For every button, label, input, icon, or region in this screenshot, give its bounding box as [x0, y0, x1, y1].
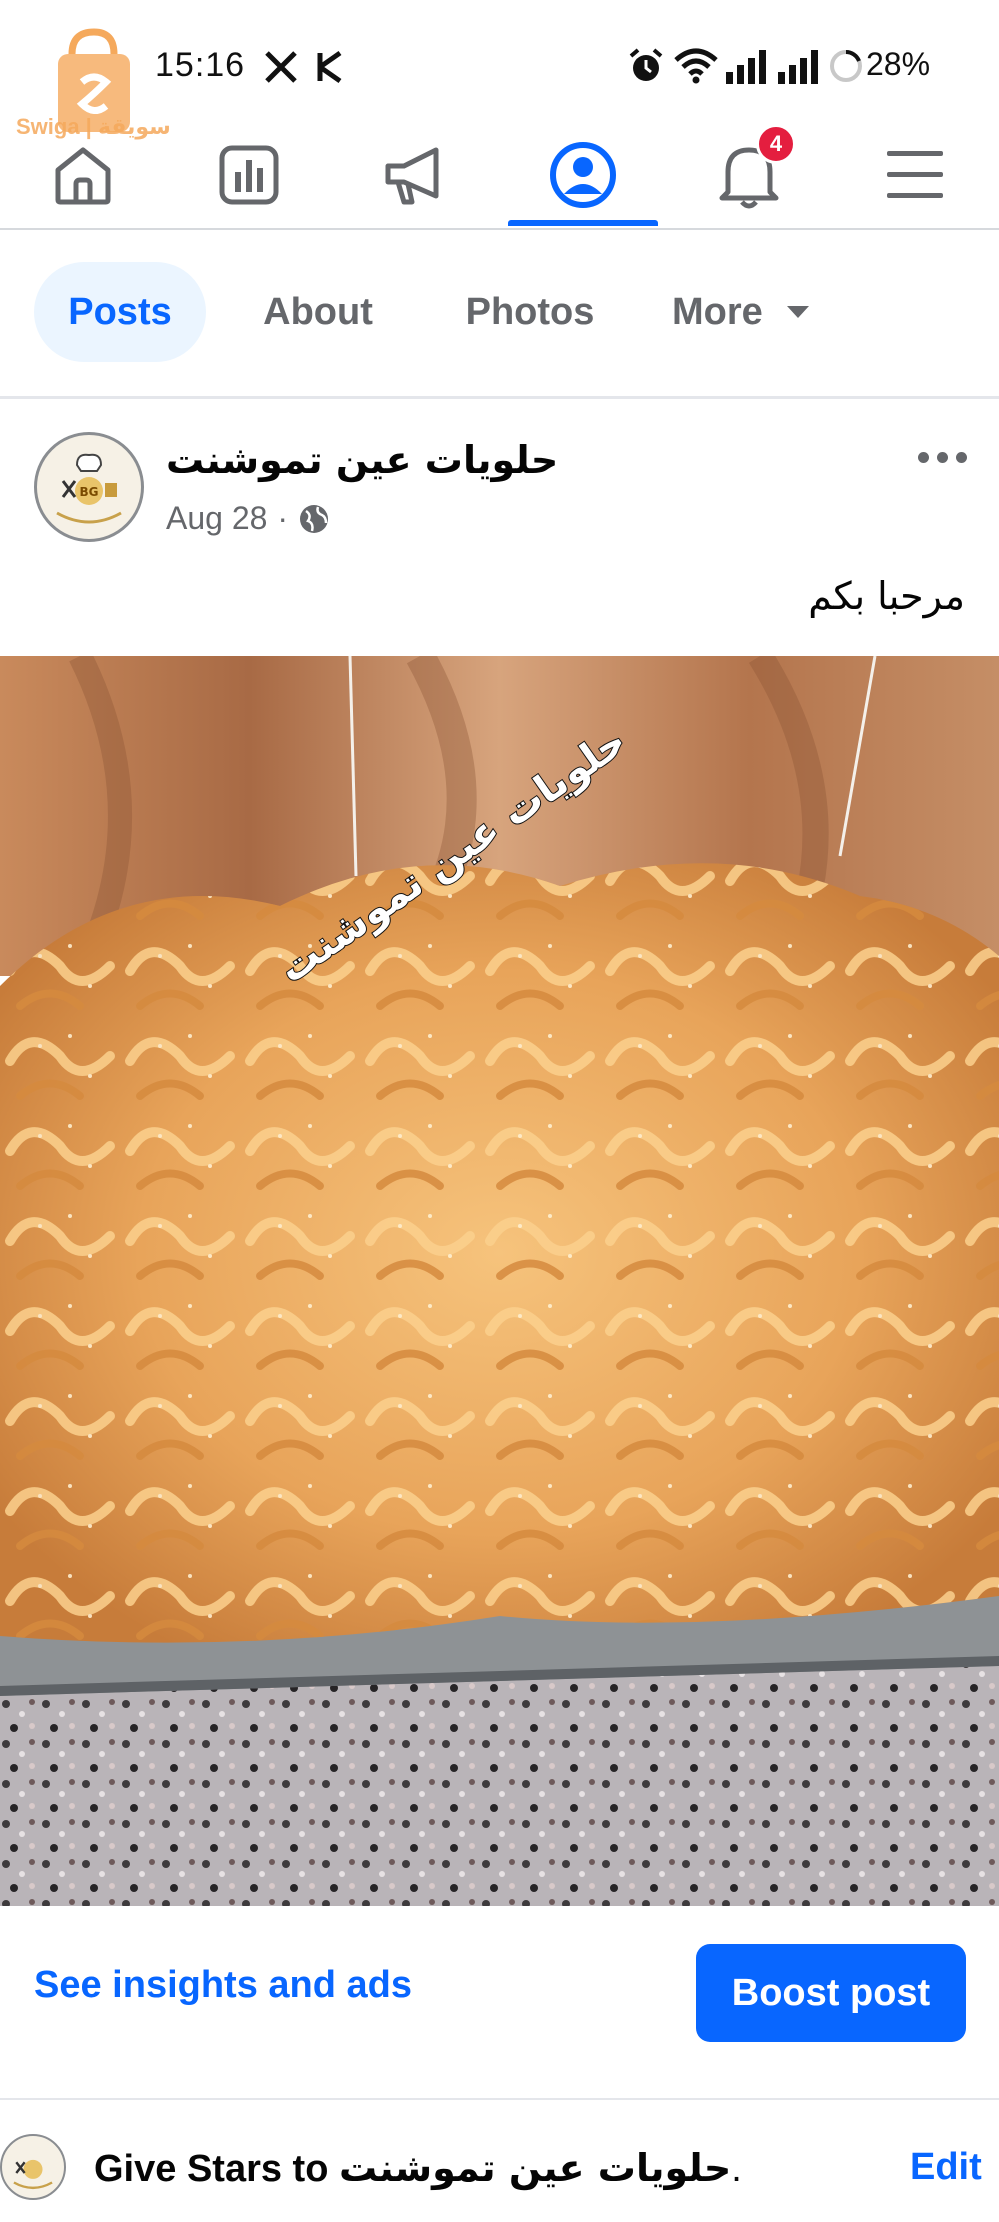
megaphone-icon — [385, 147, 439, 205]
bar-chart-icon — [219, 145, 279, 205]
dot — [936, 451, 948, 463]
signal-icon-2 — [778, 50, 818, 84]
signal-icon — [726, 50, 766, 84]
battery-percent: 28% — [866, 46, 931, 82]
meta-separator: · — [277, 500, 289, 536]
tabs-divider — [0, 396, 999, 399]
tab-more[interactable]: More — [672, 262, 852, 362]
post-more-button[interactable] — [912, 442, 972, 472]
svg-text:BG: BG — [80, 485, 99, 499]
post-date[interactable]: Aug 28 — [166, 500, 267, 537]
boost-post-button[interactable]: Boost post — [696, 1944, 966, 2042]
nav-profile[interactable] — [508, 120, 658, 230]
tab-posts[interactable]: Posts — [34, 262, 206, 362]
dot — [917, 451, 929, 463]
pastry-photo: حلويات عين تموشنت — [0, 656, 999, 1906]
actions-divider — [0, 2098, 999, 2100]
tab-photos[interactable]: Photos — [442, 262, 618, 362]
page-avatar[interactable]: BG — [34, 432, 144, 542]
give-stars-suffix: . — [731, 2148, 742, 2190]
nav-menu[interactable] — [840, 120, 990, 230]
edit-link[interactable]: Edit — [910, 2146, 982, 2189]
top-nav — [0, 120, 999, 230]
see-insights-link[interactable]: See insights and ads — [34, 1964, 412, 2007]
nav-active-indicator — [508, 220, 658, 226]
tab-about[interactable]: About — [240, 262, 396, 362]
dot — [955, 451, 967, 463]
post-author[interactable]: حلويات عين تموشنت — [166, 438, 558, 482]
hamburger-menu-icon — [887, 151, 943, 198]
x-logo-icon — [265, 51, 297, 83]
k-app-icon — [317, 50, 342, 84]
page-avatar-small — [0, 2134, 66, 2200]
globe-icon — [300, 504, 329, 533]
give-stars-page-name: حلويات عين تموشنت — [338, 2146, 732, 2190]
nav-ads[interactable] — [340, 120, 490, 230]
profile-tabs: Posts About Photos More — [0, 262, 999, 366]
battery-ring-icon — [830, 50, 862, 82]
give-stars-text: Give Stars to حلويات عين تموشنت. — [94, 2146, 742, 2191]
nav-divider — [0, 228, 999, 230]
caret-down-icon — [786, 306, 809, 318]
give-stars-row: Give Stars to حلويات عين تموشنت. Edit — [0, 2110, 999, 2222]
post-text: مرحبا بكم — [808, 574, 965, 618]
tab-more-label: More — [672, 290, 763, 333]
nav-notifications[interactable] — [674, 120, 824, 230]
bakery-logo-icon: BG — [43, 441, 135, 533]
give-stars-prefix: Give Stars to — [94, 2148, 329, 2190]
alarm-icon — [629, 48, 663, 81]
notification-badge: 4 — [756, 124, 796, 164]
nav-dashboard[interactable] — [174, 120, 324, 230]
home-icon — [55, 147, 111, 205]
post-header: BG حلويات عين تموشنت Aug 28 · — [0, 420, 999, 550]
post-meta: Aug 28 · — [166, 500, 330, 537]
wifi-icon — [674, 48, 718, 84]
bakery-logo-icon — [5, 2139, 61, 2195]
profile-icon — [550, 142, 616, 208]
post-image[interactable]: حلويات عين تموشنت — [0, 656, 999, 1906]
nav-home[interactable] — [8, 120, 158, 230]
